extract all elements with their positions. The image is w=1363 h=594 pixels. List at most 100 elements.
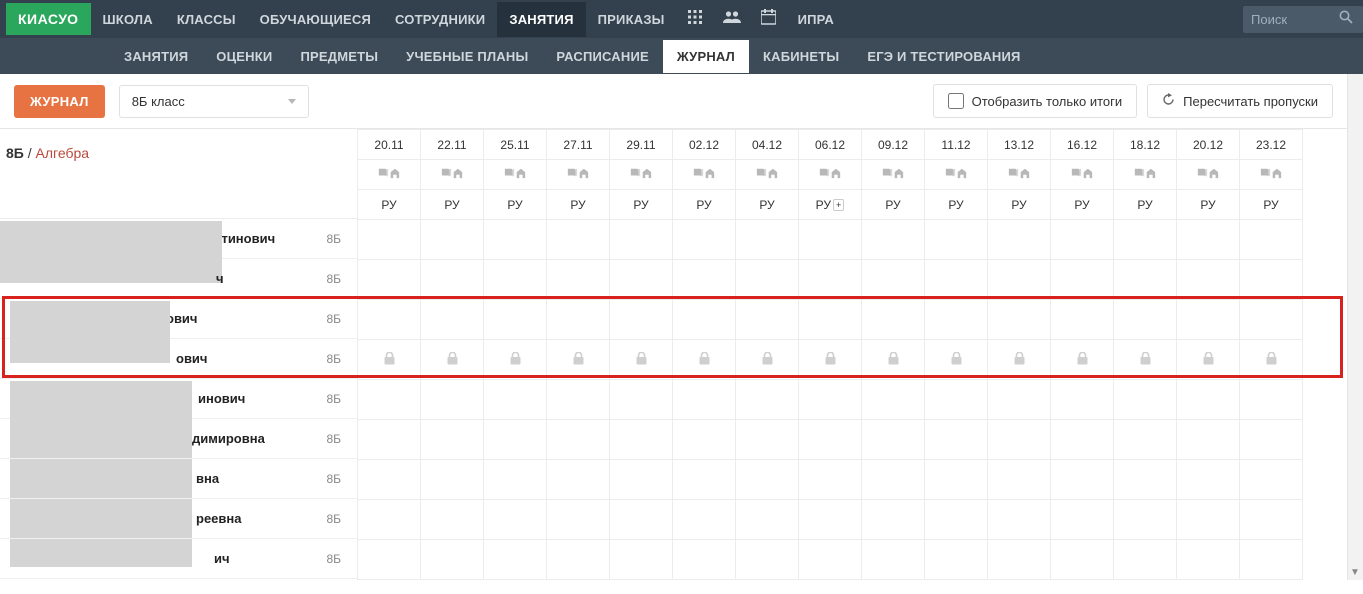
grade-cell[interactable] <box>988 220 1051 260</box>
grade-cell[interactable] <box>610 540 673 580</box>
grade-cell[interactable] <box>547 540 610 580</box>
grade-cell[interactable] <box>1114 460 1177 500</box>
grade-cell[interactable] <box>1240 340 1303 380</box>
grade-cell[interactable] <box>358 540 421 580</box>
student-row[interactable]: ович8Б <box>0 339 357 379</box>
grade-cell[interactable] <box>736 380 799 420</box>
student-row[interactable]: тантинович8Б <box>0 219 357 259</box>
grade-cell[interactable] <box>610 260 673 300</box>
mark-type-header[interactable]: РУ <box>736 190 799 220</box>
student-row[interactable]: ович8Б <box>0 299 357 339</box>
date-header[interactable]: 20.12 <box>1177 130 1240 160</box>
grade-cell[interactable] <box>1114 540 1177 580</box>
grade-cell[interactable] <box>988 340 1051 380</box>
class-select[interactable]: 8Б класс <box>119 85 309 118</box>
grade-cell[interactable] <box>421 340 484 380</box>
grade-cell[interactable] <box>925 260 988 300</box>
grade-cell[interactable] <box>484 260 547 300</box>
nav-ipra[interactable]: ИПРА <box>786 2 846 37</box>
grade-cell[interactable] <box>925 300 988 340</box>
grade-cell[interactable] <box>673 260 736 300</box>
grade-cell[interactable] <box>1177 340 1240 380</box>
date-header[interactable]: 18.12 <box>1114 130 1177 160</box>
nav-staff[interactable]: СОТРУДНИКИ <box>383 2 497 37</box>
grade-cell[interactable] <box>547 460 610 500</box>
mark-type-header[interactable]: РУ <box>547 190 610 220</box>
grade-cell[interactable] <box>925 500 988 540</box>
grade-cell[interactable] <box>862 420 925 460</box>
grade-cell[interactable] <box>1051 300 1114 340</box>
grade-cell[interactable] <box>673 500 736 540</box>
date-header[interactable]: 06.12 <box>799 130 862 160</box>
grade-cell[interactable] <box>736 340 799 380</box>
grade-cell[interactable] <box>988 540 1051 580</box>
plus-icon[interactable]: + <box>833 199 844 211</box>
student-row[interactable]: ич8Б <box>0 539 357 579</box>
grade-cell[interactable] <box>421 300 484 340</box>
show-totals-input[interactable] <box>948 93 964 109</box>
grade-cell[interactable] <box>1051 500 1114 540</box>
grade-cell[interactable] <box>421 260 484 300</box>
grade-cell[interactable] <box>862 460 925 500</box>
grade-cell[interactable] <box>547 220 610 260</box>
grade-cell[interactable] <box>736 500 799 540</box>
grade-cell[interactable] <box>484 540 547 580</box>
nav-classes[interactable]: КЛАССЫ <box>165 2 248 37</box>
grade-cell[interactable] <box>1051 420 1114 460</box>
grade-cell[interactable] <box>988 420 1051 460</box>
grade-cell[interactable] <box>1114 420 1177 460</box>
grade-cell[interactable] <box>736 460 799 500</box>
grade-cell[interactable] <box>1051 340 1114 380</box>
grade-cell[interactable] <box>862 340 925 380</box>
grade-cell[interactable] <box>736 300 799 340</box>
mark-type-header[interactable]: РУ <box>1177 190 1240 220</box>
subnav-schedule[interactable]: РАСПИСАНИЕ <box>542 40 663 73</box>
nav-students[interactable]: ОБУЧАЮЩИЕСЯ <box>248 2 383 37</box>
grade-cell[interactable] <box>1240 380 1303 420</box>
grade-cell[interactable] <box>1114 340 1177 380</box>
nav-orders[interactable]: ПРИКАЗЫ <box>586 2 677 37</box>
subnav-lessons[interactable]: ЗАНЯТИЯ <box>110 40 202 73</box>
subnav-rooms[interactable]: КАБИНЕТЫ <box>749 40 853 73</box>
grade-cell[interactable] <box>484 500 547 540</box>
grade-cell[interactable] <box>1177 420 1240 460</box>
student-row[interactable]: инович8Б <box>0 379 357 419</box>
grade-cell[interactable] <box>1051 460 1114 500</box>
grade-cell[interactable] <box>484 220 547 260</box>
date-header[interactable]: 13.12 <box>988 130 1051 160</box>
date-header[interactable]: 27.11 <box>547 130 610 160</box>
grade-cell[interactable] <box>1177 460 1240 500</box>
grade-cell[interactable] <box>358 220 421 260</box>
grade-cell[interactable] <box>1051 380 1114 420</box>
grade-cell[interactable] <box>358 460 421 500</box>
grade-cell[interactable] <box>484 420 547 460</box>
grade-cell[interactable] <box>484 300 547 340</box>
grade-cell[interactable] <box>1177 500 1240 540</box>
grade-cell[interactable] <box>1177 540 1240 580</box>
grade-cell[interactable] <box>1240 260 1303 300</box>
grade-cell[interactable] <box>1051 220 1114 260</box>
date-header[interactable]: 04.12 <box>736 130 799 160</box>
grade-cell[interactable] <box>988 260 1051 300</box>
grade-cell[interactable] <box>421 500 484 540</box>
grade-cell[interactable] <box>358 420 421 460</box>
mark-type-header[interactable]: РУ <box>988 190 1051 220</box>
grade-cell[interactable] <box>547 380 610 420</box>
grade-cell[interactable] <box>925 340 988 380</box>
mark-type-header[interactable]: РУ <box>862 190 925 220</box>
grade-cell[interactable] <box>358 340 421 380</box>
people-icon[interactable] <box>713 2 751 37</box>
grade-cell[interactable] <box>1240 420 1303 460</box>
grade-cell[interactable] <box>736 540 799 580</box>
grade-cell[interactable] <box>358 380 421 420</box>
grade-cell[interactable] <box>610 380 673 420</box>
grade-cell[interactable] <box>610 460 673 500</box>
grade-cell[interactable] <box>484 340 547 380</box>
subnav-journal[interactable]: ЖУРНАЛ <box>663 40 749 73</box>
grade-cell[interactable] <box>1240 500 1303 540</box>
grade-cell[interactable] <box>925 540 988 580</box>
grade-cell[interactable] <box>862 500 925 540</box>
grade-cell[interactable] <box>925 380 988 420</box>
vertical-scrollbar[interactable]: ▼ <box>1347 74 1363 580</box>
grade-cell[interactable] <box>673 340 736 380</box>
